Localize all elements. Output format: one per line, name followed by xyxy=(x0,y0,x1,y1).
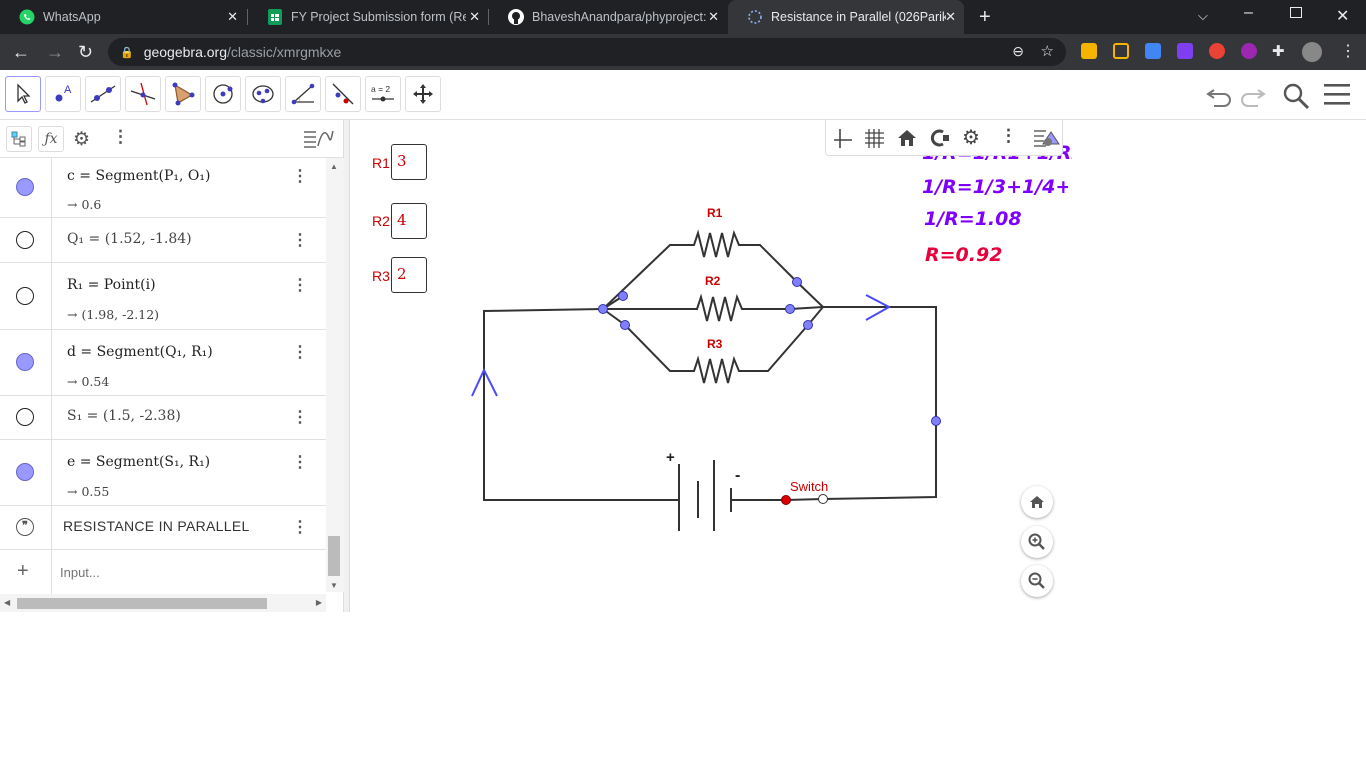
r3-input-label: R3 xyxy=(372,268,390,284)
grid-toggle-icon[interactable] xyxy=(862,126,886,155)
right-wire xyxy=(822,306,937,500)
junction-point xyxy=(620,320,630,330)
r1-input[interactable]: 3 xyxy=(391,144,427,180)
junction-point xyxy=(792,277,802,287)
resistor-label-r3: R3 xyxy=(707,337,723,351)
switch-label: Switch xyxy=(790,479,828,494)
point-capture-icon[interactable] xyxy=(928,127,952,154)
home-icon xyxy=(1030,496,1044,508)
battery-plus-label: + xyxy=(666,449,675,466)
circuit-diagram: R1 R2 R3 + - Switch xyxy=(471,206,941,531)
graphics-style-bar: ⚙ ⋮ xyxy=(825,120,1063,156)
resistor-r3 xyxy=(624,324,809,384)
switch-lever xyxy=(785,498,824,501)
junction-point xyxy=(803,320,813,330)
junction-point xyxy=(598,304,608,314)
home-view-icon[interactable] xyxy=(896,127,918,154)
left-wire xyxy=(483,308,679,501)
formula-reciprocal-result: 1/R=1.08 xyxy=(924,208,1022,230)
r1-input-label: R1 xyxy=(372,155,390,171)
battery-minus-label: - xyxy=(735,467,740,484)
formula-final-result: R=0.92 xyxy=(925,244,1003,266)
zoom-out-icon xyxy=(1028,572,1045,589)
zoom-out-button[interactable] xyxy=(1021,565,1053,597)
zoom-in-icon xyxy=(1028,533,1045,550)
zoom-in-button[interactable] xyxy=(1021,526,1053,558)
graphics-settings-gear-icon[interactable]: ⚙ xyxy=(962,125,980,150)
junction-point xyxy=(618,291,628,301)
junction-point xyxy=(931,416,941,426)
formula-substituted: 1/R=1/3+1/4+1/ xyxy=(922,176,1068,198)
junction-point xyxy=(785,304,795,314)
r2-input-label: R2 xyxy=(372,213,390,229)
switch-point-off[interactable] xyxy=(818,494,828,504)
resistor-label-r2: R2 xyxy=(705,274,721,288)
graphics-more-icon[interactable]: ⋮ xyxy=(1000,126,1017,146)
zoom-home-button[interactable] xyxy=(1021,486,1053,518)
formula-substituted-clip: 1/R=1/3+1/4+1/ xyxy=(922,176,1068,202)
axes-toggle-icon[interactable] xyxy=(830,126,854,155)
resistor-label-r1: R1 xyxy=(707,206,723,220)
switch-point-on[interactable] xyxy=(781,495,791,505)
r2-input[interactable]: 4 xyxy=(391,203,427,239)
style-bar-toggle-icon[interactable] xyxy=(1032,126,1062,155)
r3-input[interactable]: 2 xyxy=(391,257,427,293)
